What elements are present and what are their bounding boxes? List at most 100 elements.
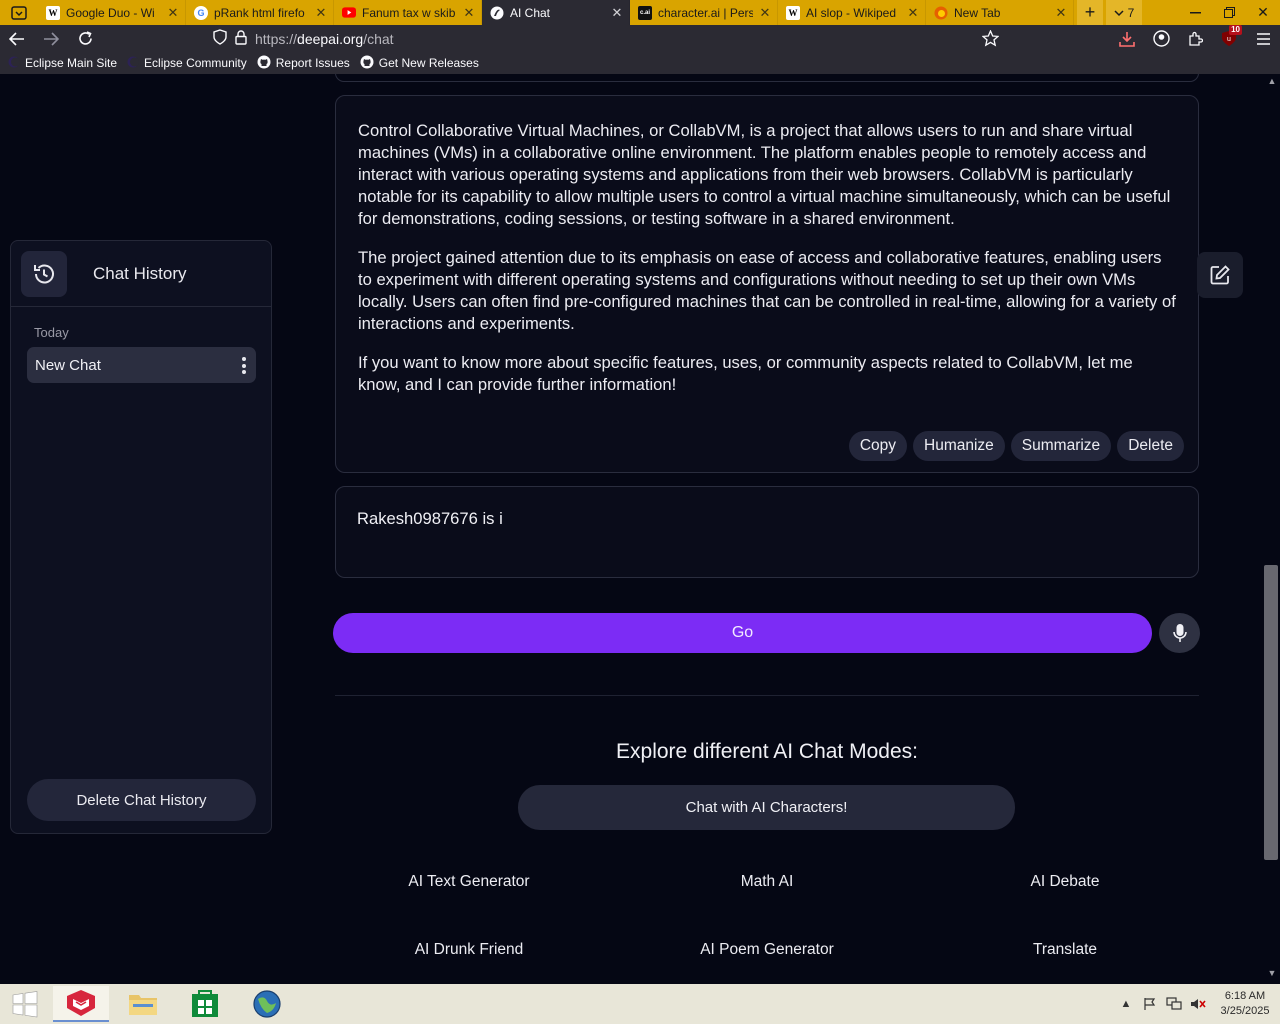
tab-count-button[interactable]: 7: [1106, 0, 1142, 25]
restore-button[interactable]: [1212, 0, 1246, 25]
taskbar: ▲ 6:18 AM 3/25/2025: [0, 984, 1280, 1024]
tab-list-icon: [11, 5, 27, 20]
menu-button[interactable]: [1246, 25, 1280, 52]
lock-icon[interactable]: [235, 29, 247, 48]
message-paragraph: If you want to know more about specific …: [358, 353, 1133, 394]
forward-button[interactable]: [34, 25, 68, 52]
taskbar-app-internet[interactable]: [239, 986, 295, 1022]
puzzle-icon: [1189, 31, 1203, 46]
extension-badge: 10: [1229, 25, 1242, 35]
start-button[interactable]: [4, 987, 46, 1021]
history-icon: [34, 264, 54, 283]
back-button[interactable]: [0, 25, 34, 52]
tab-strip: W Google Duo - Wi ✕ G pRank html firefo …: [0, 0, 1280, 25]
sidebar-item-new-chat[interactable]: New Chat: [27, 347, 256, 383]
mode-link-ai-drunk-friend[interactable]: AI Drunk Friend: [320, 941, 618, 959]
bookmark-label: Report Issues: [275, 56, 350, 70]
close-icon[interactable]: ✕: [167, 5, 179, 21]
minimize-button[interactable]: [1178, 0, 1212, 25]
new-tab-button[interactable]: +: [1077, 0, 1103, 25]
browser-app-icon: [67, 990, 95, 1016]
history-toggle-button[interactable]: [21, 250, 67, 297]
section-label: Today: [34, 325, 69, 340]
mode-link-math-ai[interactable]: Math AI: [618, 873, 916, 891]
sidebar-item-label: New Chat: [35, 356, 101, 374]
chat-input[interactable]: Rakesh0987676 is i: [335, 486, 1199, 578]
tab-active[interactable]: AI Chat ✕: [482, 0, 630, 25]
system-tray: ▲ 6:18 AM 3/25/2025: [1114, 984, 1280, 1024]
close-icon[interactable]: ✕: [463, 5, 475, 21]
summarize-button[interactable]: Summarize: [1010, 431, 1112, 461]
reload-button[interactable]: [68, 25, 102, 52]
bookmark-get-new-releases[interactable]: Get New Releases: [360, 55, 479, 72]
taskbar-app-file-explorer[interactable]: [115, 986, 171, 1022]
taskbar-app-browser[interactable]: [53, 986, 109, 1022]
bookmark-report-issues[interactable]: Report Issues: [257, 55, 350, 72]
delete-button[interactable]: Delete: [1117, 431, 1184, 461]
copy-button[interactable]: Copy: [848, 431, 908, 461]
go-button[interactable]: Go: [333, 613, 1152, 653]
firefox-icon: [934, 6, 948, 20]
bookmark-label: Eclipse Main Site: [25, 56, 118, 70]
edit-icon: [1210, 265, 1230, 285]
close-icon[interactable]: ✕: [611, 5, 623, 21]
clock[interactable]: 6:18 AM 3/25/2025: [1210, 989, 1280, 1019]
network-icon[interactable]: [1162, 984, 1186, 1024]
humanize-button[interactable]: Humanize: [913, 431, 1005, 461]
delete-chat-history-button[interactable]: Delete Chat History: [27, 779, 256, 821]
close-icon[interactable]: ✕: [1055, 5, 1067, 21]
taskbar-app-store[interactable]: [177, 986, 233, 1022]
bookmark-label: Get New Releases: [378, 56, 479, 70]
extensions-button[interactable]: [1178, 25, 1212, 52]
page-scrollbar-thumb[interactable]: [1264, 565, 1278, 860]
eclipse-icon: [127, 56, 140, 71]
windows-logo-icon: [12, 991, 38, 1018]
bookmark-star-icon[interactable]: [981, 29, 1000, 50]
url-scheme: https://: [255, 30, 298, 47]
mode-link-ai-debate[interactable]: AI Debate: [916, 873, 1214, 891]
tab[interactable]: New Tab ✕: [926, 0, 1074, 25]
tracking-protection-icon[interactable]: [213, 29, 227, 48]
scroll-down-arrow[interactable]: ▼: [1264, 968, 1280, 982]
url-text: https://deepai.org/chat: [255, 31, 394, 47]
ublock-extension-button[interactable]: u 10: [1212, 25, 1246, 52]
close-icon[interactable]: ✕: [759, 5, 771, 21]
close-icon[interactable]: ✕: [907, 5, 919, 21]
navigation-toolbar: https://deepai.org/chat u 10: [0, 25, 1280, 52]
list-all-tabs-button[interactable]: [0, 0, 38, 25]
tab[interactable]: G pRank html firefo ✕: [186, 0, 334, 25]
google-icon: G: [194, 5, 208, 20]
volume-muted-icon[interactable]: [1186, 984, 1210, 1024]
bookmark-label: Eclipse Community: [144, 56, 247, 70]
new-chat-edit-button[interactable]: [1197, 252, 1243, 298]
globe-icon: [253, 990, 281, 1018]
deepai-icon: [490, 6, 504, 20]
chat-with-ai-characters-button[interactable]: Chat with AI Characters!: [518, 785, 1015, 830]
tab[interactable]: Fanum tax w skib ✕: [334, 0, 482, 25]
downloads-button[interactable]: [1110, 25, 1144, 52]
bookmark-eclipse-community[interactable]: Eclipse Community: [127, 56, 247, 71]
account-button[interactable]: [1144, 25, 1178, 52]
action-center-flag-icon[interactable]: [1138, 984, 1162, 1024]
bookmark-eclipse-main-site[interactable]: Eclipse Main Site: [8, 56, 117, 71]
mode-link-translate[interactable]: Translate: [916, 941, 1214, 959]
mode-link-ai-text-generator[interactable]: AI Text Generator: [320, 873, 618, 891]
kebab-menu-icon[interactable]: [242, 357, 246, 374]
window-controls: ✕: [1178, 0, 1280, 25]
tab-title: character.ai | Pers: [658, 5, 753, 20]
close-icon[interactable]: ✕: [315, 5, 327, 21]
microphone-button[interactable]: [1159, 613, 1200, 653]
tab[interactable]: c.ai character.ai | Pers ✕: [630, 0, 778, 25]
message-actions: Copy Humanize Summarize Delete: [848, 431, 1184, 461]
wikipedia-icon: W: [786, 5, 800, 20]
show-hidden-icons-button[interactable]: ▲: [1114, 984, 1138, 1024]
tab[interactable]: W AI slop - Wikiped ✕: [778, 0, 926, 25]
close-window-button[interactable]: ✕: [1246, 0, 1280, 25]
tab[interactable]: W Google Duo - Wi ✕: [38, 0, 186, 25]
url-host: deepai.org: [297, 30, 364, 47]
arrow-right-icon: [44, 31, 59, 46]
scroll-up-arrow[interactable]: ▲: [1264, 76, 1280, 90]
address-bar[interactable]: https://deepai.org/chat: [207, 25, 1007, 52]
tab-title: Fanum tax w skib: [362, 5, 456, 20]
mode-link-ai-poem-generator[interactable]: AI Poem Generator: [618, 941, 916, 959]
